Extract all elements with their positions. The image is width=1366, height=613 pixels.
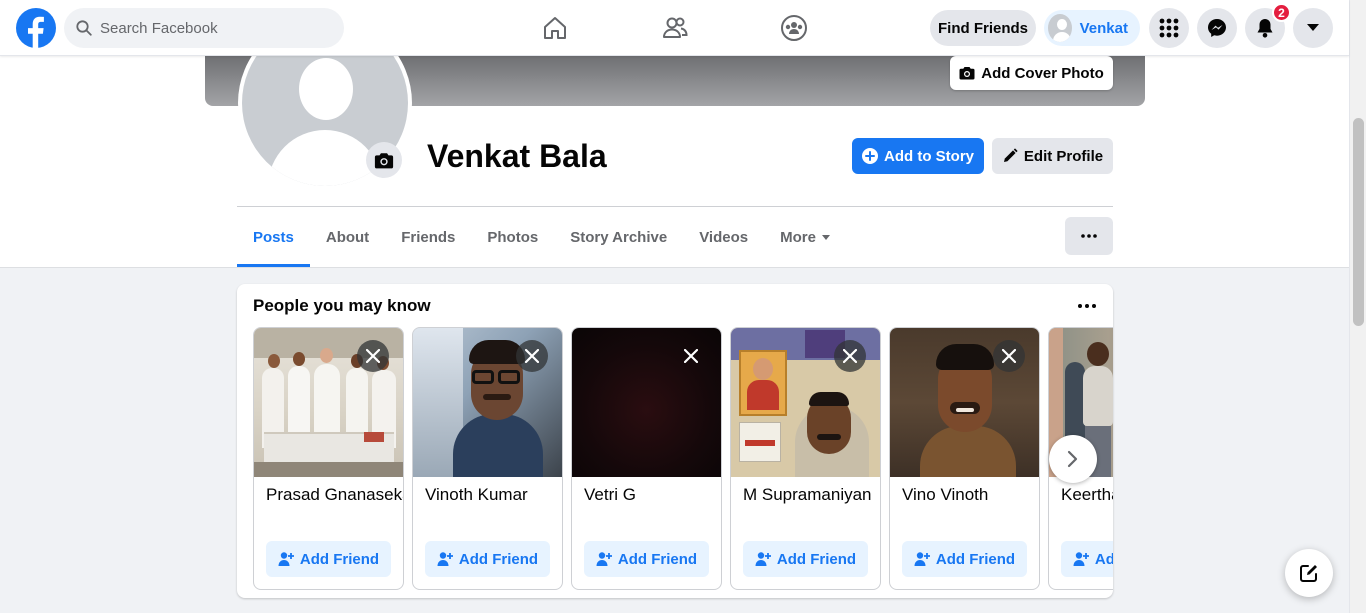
- suggestion-card: Vino Vinoth Add Friend: [889, 327, 1040, 590]
- suggestion-card: M Supramaniyan Add Friend: [730, 327, 881, 590]
- notification-count-badge: 2: [1272, 3, 1291, 22]
- avatar: [1048, 14, 1072, 42]
- close-icon: [366, 349, 380, 363]
- menu-grid-button[interactable]: [1149, 8, 1189, 48]
- add-friend-label: Add Friend: [458, 550, 539, 568]
- people-you-may-know-card: People you may know Prasad Gnanasek Add …: [237, 284, 1113, 598]
- suggestion-name[interactable]: Prasad Gnanasekaran: [266, 485, 403, 505]
- add-friend-label: Add Friend: [299, 550, 380, 568]
- tab-about[interactable]: About: [310, 207, 385, 267]
- add-friend-button[interactable]: Add Friend: [1061, 541, 1113, 577]
- add-friend-button[interactable]: Add Friend: [425, 541, 550, 577]
- suggestion-card: Prasad Gnanasekaran Add Friend: [253, 327, 404, 590]
- page-scrollbar[interactable]: [1349, 0, 1366, 613]
- search-box[interactable]: [64, 8, 344, 48]
- add-friend-button[interactable]: Add Friend: [584, 541, 709, 577]
- next-suggestions-button[interactable]: [1049, 435, 1097, 483]
- search-icon: [76, 20, 92, 36]
- add-friend-label: Add Friend: [935, 550, 1016, 568]
- close-icon: [843, 349, 857, 363]
- edit-profile-button[interactable]: Edit Profile: [992, 138, 1113, 174]
- chevron-right-icon: [1067, 450, 1078, 468]
- new-message-button[interactable]: [1285, 549, 1333, 597]
- remove-suggestion-button[interactable]: [993, 340, 1025, 372]
- more-dots-icon: [1081, 234, 1097, 238]
- search-input[interactable]: [100, 19, 320, 37]
- pencil-icon: [1003, 148, 1018, 162]
- suggestion-name[interactable]: M Supramaniyan: [743, 485, 872, 505]
- menu-grid-icon: [1159, 18, 1179, 38]
- tab-videos[interactable]: Videos: [683, 207, 764, 267]
- bell-icon: [1257, 19, 1273, 38]
- profile-name: Venkat Bala: [427, 138, 607, 174]
- profile-shortcut-button[interactable]: Venkat: [1044, 10, 1140, 46]
- add-friend-label: Add Friend: [617, 550, 698, 568]
- messenger-icon: [1208, 19, 1226, 37]
- close-icon: [525, 349, 539, 363]
- add-friend-button[interactable]: Add Friend: [902, 541, 1027, 577]
- tab-posts[interactable]: Posts: [237, 207, 310, 267]
- caret-down-icon: [1307, 24, 1319, 31]
- remove-suggestion-button[interactable]: [675, 340, 707, 372]
- tab-more[interactable]: More: [764, 207, 846, 267]
- facebook-logo-icon[interactable]: [16, 8, 56, 48]
- plus-circle-icon: [862, 148, 878, 164]
- camera-icon: [959, 67, 975, 80]
- close-icon: [684, 349, 698, 363]
- groups-icon[interactable]: [774, 8, 814, 48]
- tab-story-archive[interactable]: Story Archive: [554, 207, 683, 267]
- add-friend-icon: [596, 552, 612, 566]
- add-friend-icon: [914, 552, 930, 566]
- add-friend-icon: [437, 552, 453, 566]
- edit-profile-label: Edit Profile: [1023, 147, 1104, 165]
- add-friend-icon: [278, 552, 294, 566]
- suggestion-name[interactable]: Vino Vinoth: [902, 485, 988, 505]
- notifications-button[interactable]: 2: [1245, 3, 1291, 48]
- update-profile-picture-button[interactable]: [366, 142, 402, 178]
- account-menu-button[interactable]: [1293, 8, 1333, 48]
- find-friends-button[interactable]: Find Friends: [930, 10, 1036, 46]
- close-icon: [1002, 349, 1016, 363]
- messenger-button[interactable]: [1197, 8, 1237, 48]
- profile-options-button[interactable]: [1065, 217, 1113, 255]
- add-friend-label: Add Friend: [776, 550, 857, 568]
- top-navigation-bar: Find Friends Venkat 2: [0, 0, 1349, 56]
- add-friend-button[interactable]: Add Friend: [743, 541, 868, 577]
- add-friend-button[interactable]: Add Friend: [266, 541, 391, 577]
- add-to-story-button[interactable]: Add to Story: [852, 138, 984, 174]
- add-cover-photo-button[interactable]: Add Cover Photo: [950, 56, 1113, 90]
- add-to-story-label: Add to Story: [884, 147, 974, 165]
- tab-photos[interactable]: Photos: [471, 207, 554, 267]
- suggestion-card: Vetri G Add Friend: [571, 327, 722, 590]
- pymk-options-button[interactable]: [1071, 292, 1103, 320]
- remove-suggestion-button[interactable]: [516, 340, 548, 372]
- scrollbar-thumb[interactable]: [1353, 118, 1364, 326]
- caret-down-icon: [821, 234, 830, 240]
- suggestion-name[interactable]: Vetri G: [584, 485, 636, 505]
- suggestion-name[interactable]: Vinoth Kumar: [425, 485, 528, 505]
- profile-shortcut-name: Venkat: [1079, 19, 1128, 37]
- find-friends-label: Find Friends: [938, 19, 1028, 37]
- remove-suggestion-button[interactable]: [357, 340, 389, 372]
- add-friend-icon: [1073, 552, 1089, 566]
- add-friend-label: Add Friend: [1094, 550, 1113, 568]
- suggestions-row: Prasad Gnanasekaran Add Friend Vinoth Ku…: [253, 327, 1113, 590]
- suggestion-card: Vinoth Kumar Add Friend: [412, 327, 563, 590]
- friends-icon[interactable]: [655, 8, 695, 48]
- tab-friends[interactable]: Friends: [385, 207, 471, 267]
- section-title: People you may know: [253, 296, 431, 315]
- remove-suggestion-button[interactable]: [834, 340, 866, 372]
- profile-tabs: Posts About Friends Photos Story Archive…: [237, 207, 846, 267]
- home-icon[interactable]: [535, 8, 575, 48]
- more-dots-icon: [1078, 304, 1096, 308]
- camera-icon: [374, 152, 394, 168]
- add-cover-photo-label: Add Cover Photo: [981, 64, 1104, 82]
- compose-icon: [1300, 565, 1317, 582]
- suggestion-name[interactable]: Keerthana: [1061, 485, 1113, 505]
- add-friend-icon: [755, 552, 771, 566]
